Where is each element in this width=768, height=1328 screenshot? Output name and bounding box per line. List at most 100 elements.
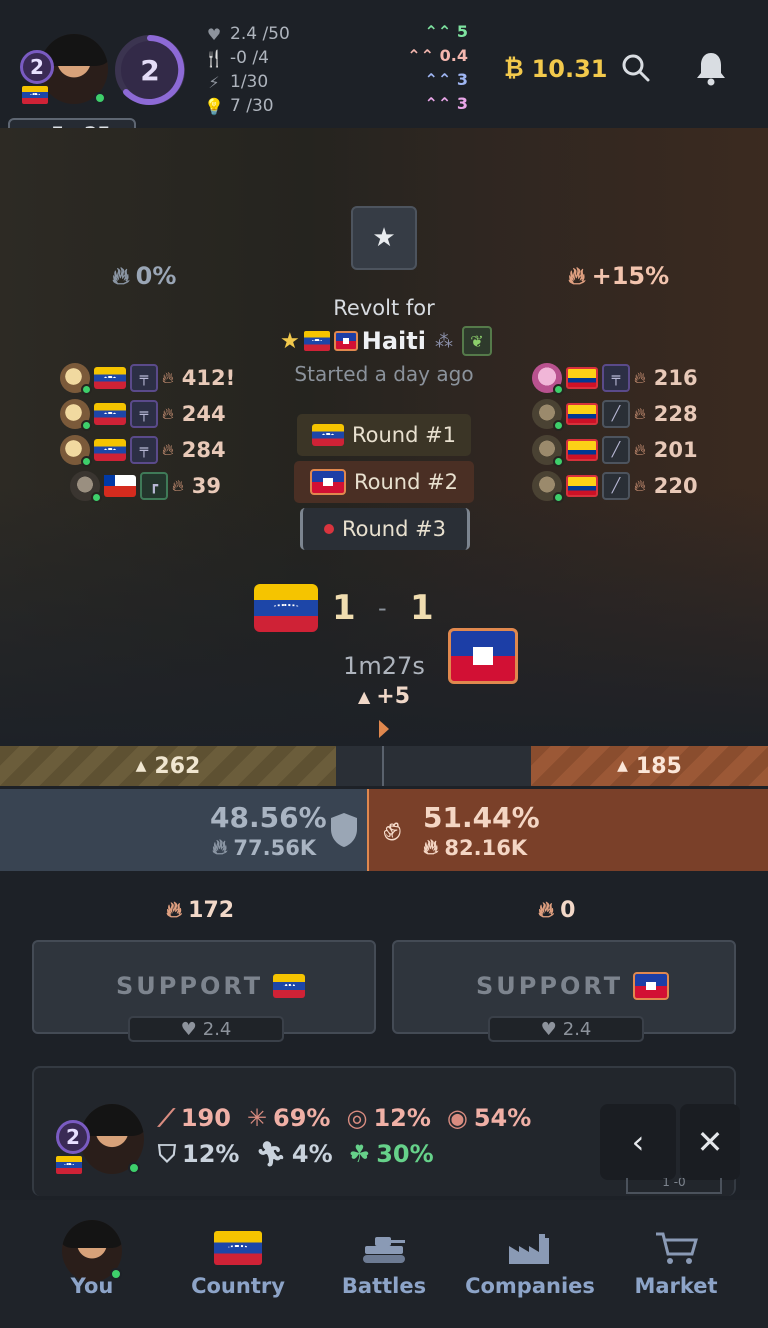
rifle-icon: ╤ [602, 364, 630, 392]
support-flag [273, 974, 306, 998]
battle-country[interactable]: Haiti [362, 327, 426, 355]
right-player-list: ╤ 🔥︎ 216 ╱ 🔥︎ 228 ╱ 🔥︎ 201 ╱ 🔥︎ 220 [532, 360, 698, 504]
crit-stat: ✳ 69% [246, 1104, 331, 1132]
list-item[interactable]: ╤ 🔥︎ 284 [60, 432, 235, 468]
round-timer: 1m27s [343, 652, 425, 680]
fire-icon: 🔥︎ [568, 262, 586, 290]
support-label: SUPPORT [476, 972, 624, 1000]
round-2-tab[interactable]: Round #2 [294, 461, 474, 503]
close-button[interactable]: ✕ [680, 1104, 740, 1180]
support-cost: ♥ 2.4 [488, 1016, 644, 1042]
mountain-icon: ▲ [135, 758, 147, 774]
grapes-icon: ⁂ [434, 330, 453, 352]
level-badge: 2 [20, 50, 54, 84]
fire-icon: 🔥︎ [538, 898, 555, 923]
fire-icon: 🔥︎ [634, 476, 646, 495]
round-1-tab[interactable]: Round #1 [297, 414, 471, 456]
left-player-list: ╤ 🔥︎ 412! ╤ 🔥︎ 244 ╤ 🔥︎ 284 ┏ 🔥︎ 39 [60, 360, 235, 504]
idea-stat[interactable]: 💡 7 /30 [204, 94, 290, 118]
profile-card[interactable]: 2 ⟋ 190 ✳ 69% ◎ 12% ◉ 54% ⛉ 12% 🏃︎ 4% ☘ 30% ‹ ✕… [32, 1066, 740, 1196]
health-stat[interactable]: ♥ 2.4 /50 [204, 22, 290, 46]
running-icon: 🏃︎ [255, 1140, 286, 1168]
chevron-left-icon: ‹ [631, 1123, 645, 1161]
lightbulb-icon: 💡 [204, 96, 224, 116]
fire-icon: 🔥︎ [166, 898, 183, 923]
armor-stat: ⛉ 12% [158, 1140, 240, 1168]
attacker-damage-panel: 48.56% 🔥︎ 77.56K [0, 789, 367, 871]
player-avatar [532, 471, 564, 503]
ground-bar-center [336, 746, 531, 786]
star-icon: ★ [372, 223, 396, 253]
online-status-dot [94, 92, 106, 104]
delta-pink: ⌃⌃ 0.4 [407, 46, 468, 65]
battle-country-row: ★ Haiti ⁂ ❦ [280, 326, 492, 356]
fire-icon: 🔥︎ [634, 368, 646, 387]
round-3-tab[interactable]: Round #3 [300, 508, 470, 550]
progress-marker-icon [379, 720, 389, 738]
bullseye-icon: ◉ [446, 1104, 468, 1132]
attribute-row-1: ⟋ 190 ✳ 69% ◎ 12% ◉ 54% [158, 1104, 531, 1132]
player-avatar [532, 399, 564, 431]
nav-country[interactable]: Country [178, 1218, 298, 1298]
score-separator: - [378, 594, 387, 622]
bell-icon[interactable] [694, 50, 728, 86]
right-support-count: 🔥︎ 0 [538, 898, 576, 923]
rifle-icon: ╤ [130, 400, 158, 428]
left-bonus: 🔥︎ 0% [112, 262, 177, 290]
list-item[interactable]: ┏ 🔥︎ 39 [70, 468, 235, 504]
list-item[interactable]: ╱ 🔥︎ 228 [532, 396, 698, 432]
heart-icon: ♥ [180, 1018, 197, 1040]
leaf-icon: ❦ [461, 326, 492, 356]
support-cost: ♥ 2.4 [128, 1016, 284, 1042]
list-item[interactable]: ╤ 🔥︎ 412! [60, 360, 235, 396]
target-icon: ◎ [346, 1104, 368, 1132]
list-item[interactable]: ╤ 🔥︎ 216 [532, 360, 698, 396]
fire-icon: 🔥︎ [212, 835, 228, 859]
list-item[interactable]: ╤ 🔥︎ 244 [60, 396, 235, 432]
fire-icon: 🔥︎ [162, 368, 174, 387]
score-left: 1 [332, 588, 356, 628]
attacker-score-flag [254, 584, 318, 632]
support-defender-button[interactable]: SUPPORT ♥ 2.4 [392, 940, 736, 1042]
bitcoin-icon: ₿ [504, 54, 524, 82]
favorite-button[interactable]: ★ [351, 206, 417, 270]
nav-you[interactable]: You [40, 1218, 144, 1298]
nav-companies[interactable]: Companies [462, 1218, 598, 1298]
balance[interactable]: ₿ 10.31 [504, 54, 607, 83]
battle-started: Started a day ago [294, 362, 474, 386]
player-avatar [60, 399, 92, 431]
mountain-icon: ▲ [357, 687, 371, 706]
fire-icon: 🔥︎ [162, 404, 174, 423]
knife-icon: ╱ [602, 436, 630, 464]
nav-market[interactable]: Market [626, 1218, 726, 1298]
round-winner-flag [311, 424, 344, 446]
fist-icon: ✊︎ [383, 809, 402, 849]
food-stat[interactable]: 🍴 -0 /4 [204, 46, 290, 70]
defender-percent: 51.44% [423, 801, 540, 834]
player-flag [94, 403, 126, 425]
stat-deltas: ⌃⌃ 5 ⌃⌃ 0.4 ⌃⌃ 3 ⌃⌃ 3 [404, 22, 468, 118]
search-icon[interactable] [620, 52, 652, 84]
list-item[interactable]: ╱ 🔥︎ 220 [532, 468, 698, 504]
profile-level-badge: 2 [56, 1120, 90, 1154]
player-flag [566, 475, 598, 497]
xp-level-text: 2 [140, 53, 160, 87]
nav-battles[interactable]: Battles [330, 1218, 438, 1298]
score-right: 1 [410, 588, 434, 628]
round-bonus: ▲ +5 [357, 684, 411, 709]
battle-title: Revolt for [333, 296, 435, 320]
support-attacker-button[interactable]: SUPPORT ♥ 2.4 [32, 940, 376, 1042]
cart-icon [654, 1226, 698, 1270]
list-item[interactable]: ╱ 🔥︎ 201 [532, 432, 698, 468]
defender-damage: 🔥︎ 82.16K [423, 835, 528, 860]
delta-blue: ⌃⌃ 3 [424, 70, 468, 89]
player-avatar [532, 363, 564, 395]
energy-stat[interactable]: ⚡ 1/30 [204, 70, 290, 94]
shield-icon: ⛉ [158, 1140, 176, 1168]
xp-ring[interactable]: 2 [114, 34, 186, 106]
prev-button[interactable]: ‹ [600, 1104, 676, 1180]
heart-icon: ♥ [540, 1018, 557, 1040]
heart-icon: ♥ [206, 24, 222, 44]
country-flag [22, 86, 48, 104]
player-flag [94, 439, 126, 461]
